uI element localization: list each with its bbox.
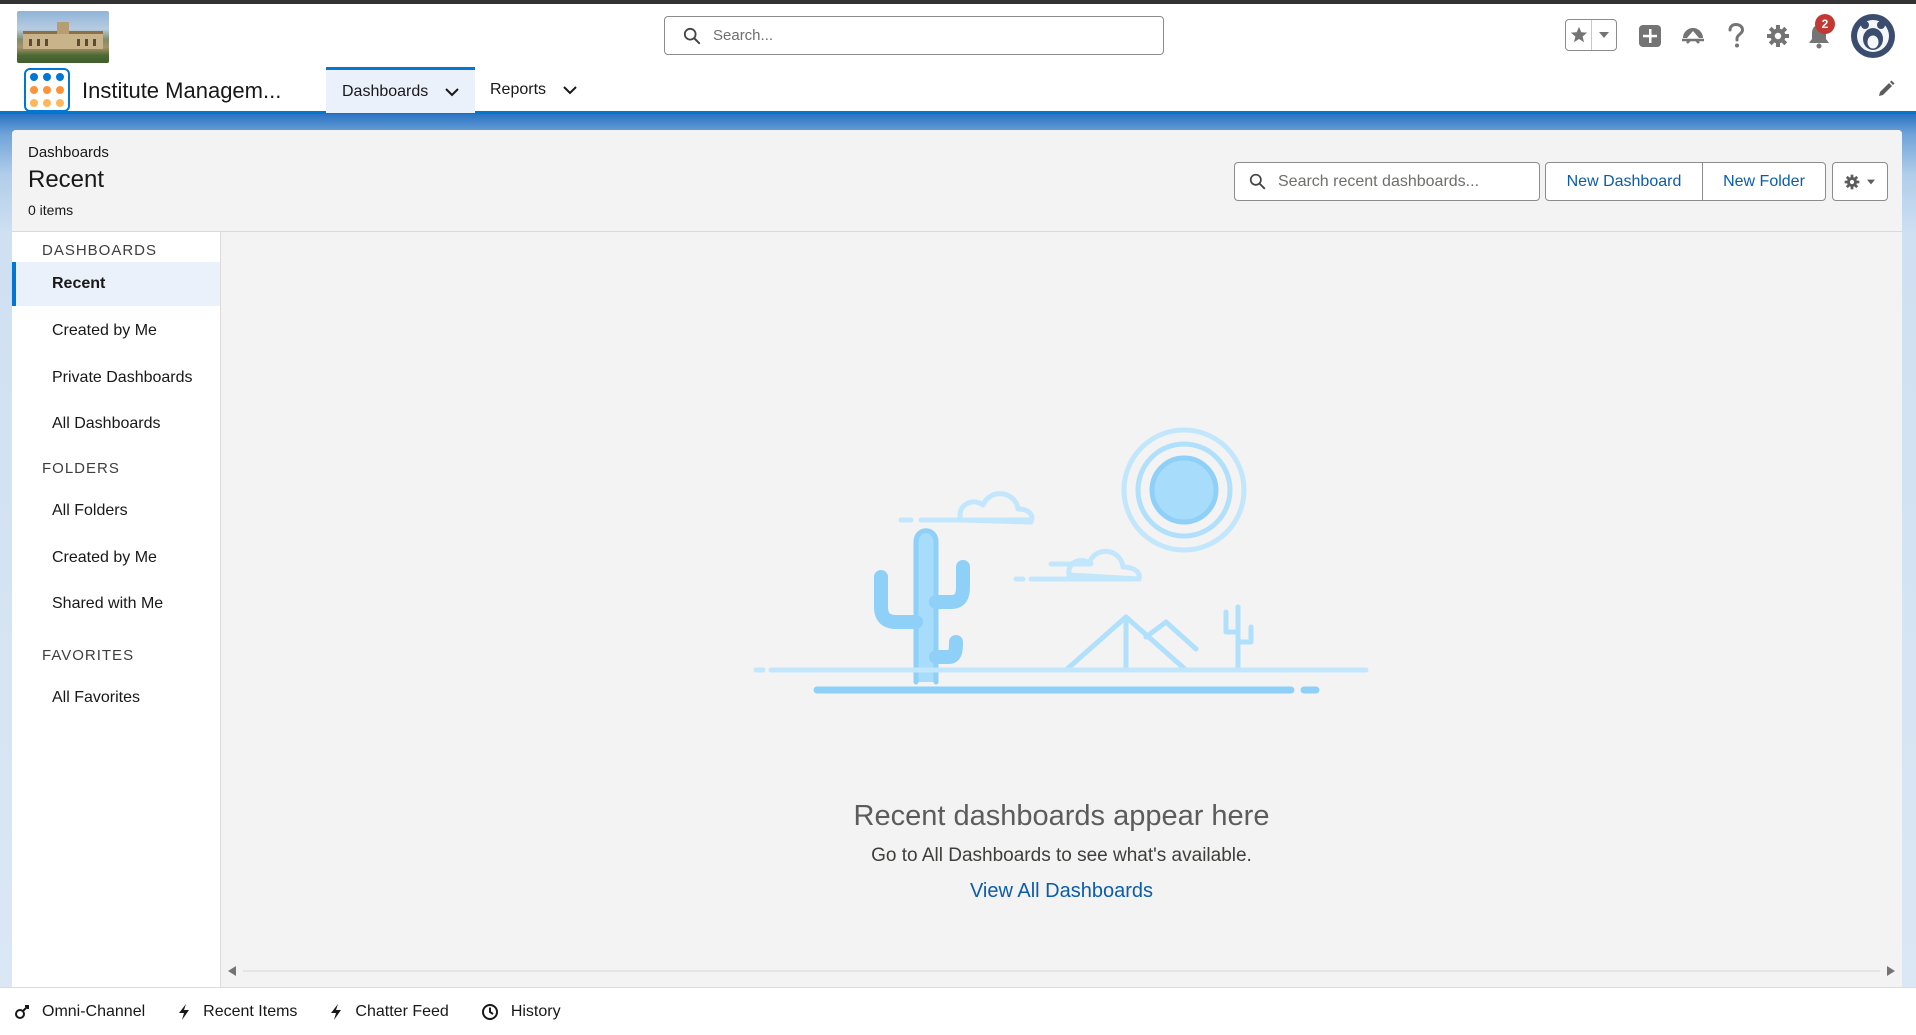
global-header: Search... 2 [0,4,1916,66]
chevron-down-icon [445,87,459,96]
chevron-down-icon [1867,179,1875,184]
app-nav-bar: Institute Managem... Dashboards Reports [0,66,1916,114]
search-dashboards-placeholder: Search recent dashboards... [1278,172,1480,190]
global-search-input[interactable]: Search... [664,16,1164,55]
section-heading-folders: FOLDERS [42,460,120,477]
edit-pencil-icon [1879,80,1895,96]
global-search-placeholder: Search... [713,27,774,44]
tab-dashboards[interactable]: Dashboards [326,67,475,113]
chevron-down-icon [1599,32,1609,38]
section-heading-dashboards: DASHBOARDS [42,242,158,259]
global-actions-button[interactable] [1637,18,1663,54]
scroll-left-icon[interactable] [227,965,237,977]
tab-dashboards-menu[interactable] [444,87,460,97]
scrollbar-track [243,970,1880,972]
favorites-star-button[interactable] [1566,20,1591,50]
lightning-icon [179,1003,190,1020]
gear-icon [1844,174,1860,189]
sidebar-item-all-dashboards[interactable]: All Dashboards [12,402,220,446]
user-avatar-icon [1857,20,1889,52]
star-icon [1570,26,1587,43]
dashboards-list-view: Dashboards Recent 0 items Search recent … [12,130,1902,987]
new-folder-button[interactable]: New Folder [1702,162,1826,201]
omni-channel-icon [15,1004,29,1019]
logo-building [23,22,103,49]
sidebar-item-all-folders[interactable]: All Folders [12,489,220,533]
horizontal-scrollbar[interactable] [221,962,1902,980]
new-dashboard-button[interactable]: New Dashboard [1545,162,1703,201]
dashboards-sidebar: DASHBOARDS Recent Created by Me Private … [12,232,221,987]
sidebar-item-created-by-me[interactable]: Created by Me [12,309,220,353]
section-heading-favorites: FAVORITES [42,647,135,664]
utility-recent-items[interactable]: Recent Items [177,1003,297,1021]
utility-chatter-feed-label: Chatter Feed [355,1002,449,1020]
search-dashboards-input[interactable]: Search recent dashboards... [1234,162,1540,201]
empty-state-subtitle: Go to All Dashboards to see what's avail… [871,845,1252,866]
help-button[interactable] [1724,18,1748,54]
trailhead-icon [1682,28,1704,44]
utility-history[interactable]: History [481,1003,561,1021]
avatar[interactable] [1851,14,1895,58]
favorites-button-group [1565,19,1617,51]
sidebar-item-all-favorites[interactable]: All Favorites [12,676,220,720]
sidebar-item-shared-with-me[interactable]: Shared with Me [12,582,220,626]
tab-reports[interactable]: Reports [474,67,598,113]
utility-history-label: History [510,1002,561,1020]
notification-count-badge: 2 [1815,14,1835,34]
empty-state-area: Recent dashboards appear here Go to All … [221,232,1902,987]
trailhead-button[interactable] [1678,18,1708,54]
scroll-right-icon[interactable] [1886,965,1896,977]
tab-reports-label: Reports [490,81,547,98]
org-logo[interactable] [17,11,109,63]
page-title: Recent [28,166,105,193]
lightning-icon [331,1003,342,1020]
search-icon [1249,173,1266,190]
desert-illustration [753,427,1369,694]
edit-nav-button[interactable] [1877,80,1895,103]
help-icon [1728,23,1745,48]
search-icon [683,27,701,44]
utility-chatter-feed[interactable]: Chatter Feed [329,1002,449,1021]
sidebar-item-folders-created-by-me[interactable]: Created by Me [12,536,220,580]
utility-bar: Omni-Channel Recent Items Chatter Feed H… [0,987,1916,1035]
empty-state-title: Recent dashboards appear here [853,800,1270,832]
gear-icon [1767,25,1789,47]
list-view-settings-button[interactable] [1832,162,1888,201]
item-count: 0 items [28,202,74,218]
tab-reports-menu[interactable] [562,85,578,95]
favorites-list-button[interactable] [1591,20,1616,50]
utility-omni-channel-label: Omni-Channel [42,1002,146,1020]
setup-button[interactable] [1764,18,1792,54]
utility-omni-channel[interactable]: Omni-Channel [14,1003,145,1021]
app-launcher-icon[interactable] [24,68,70,112]
utility-recent-items-label: Recent Items [203,1002,298,1020]
app-name: Institute Managem... [82,78,282,103]
add-icon [1639,25,1661,47]
view-all-dashboards-link[interactable]: View All Dashboards [221,880,1902,903]
tab-dashboards-label: Dashboards [342,82,429,100]
list-view-header: Dashboards Recent 0 items Search recent … [12,130,1902,232]
chevron-down-icon [563,86,577,95]
sidebar-item-private-dashboards[interactable]: Private Dashboards [12,356,220,400]
sidebar-item-recent[interactable]: Recent [12,262,220,306]
clock-icon [481,1003,498,1020]
breadcrumb: Dashboards [28,144,109,161]
